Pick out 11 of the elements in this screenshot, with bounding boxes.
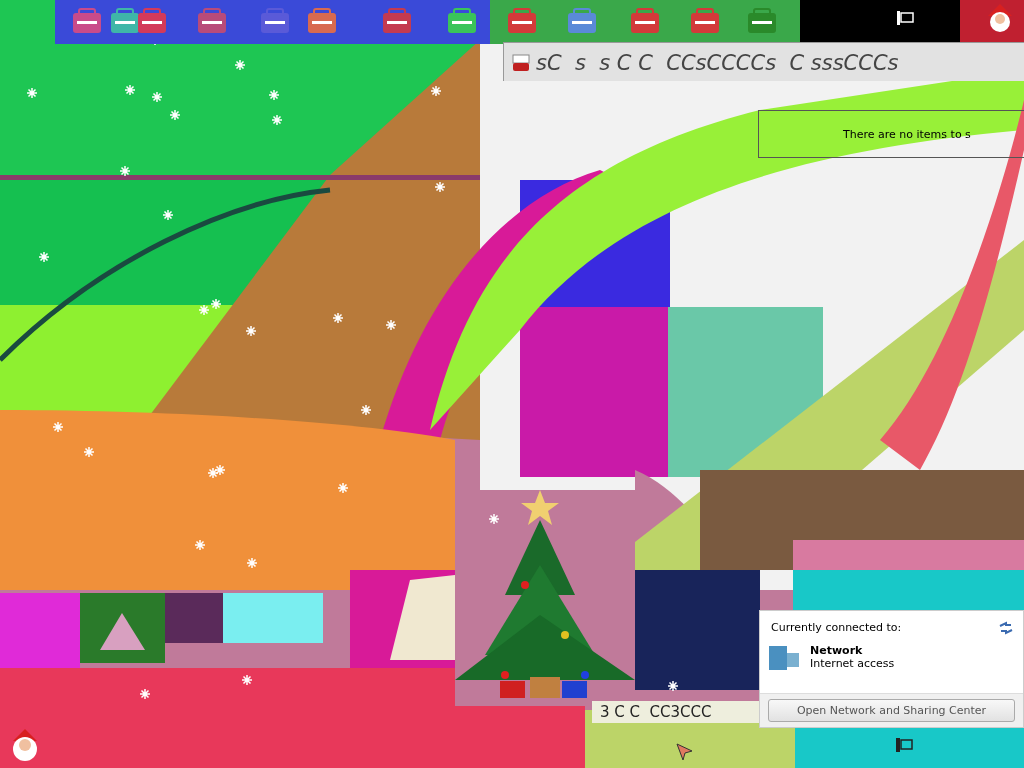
window-title: 3 C C CC3CCC — [600, 703, 712, 721]
cursor-icon — [676, 743, 694, 761]
popup-heading: Currently connected to: — [771, 621, 902, 635]
network-name: Network — [810, 644, 864, 657]
empty-message: There are no items to s — [843, 127, 971, 141]
toolbox-icon — [512, 54, 530, 72]
network-icon — [768, 643, 800, 671]
refresh-icon[interactable] — [999, 621, 1013, 635]
network-status: Internet access — [810, 657, 895, 670]
window-title: sC s s C C CCsCCCCs C sssCCCs — [536, 51, 899, 75]
open-network-center-button[interactable]: Open Network and Sharing Center — [768, 699, 1015, 722]
